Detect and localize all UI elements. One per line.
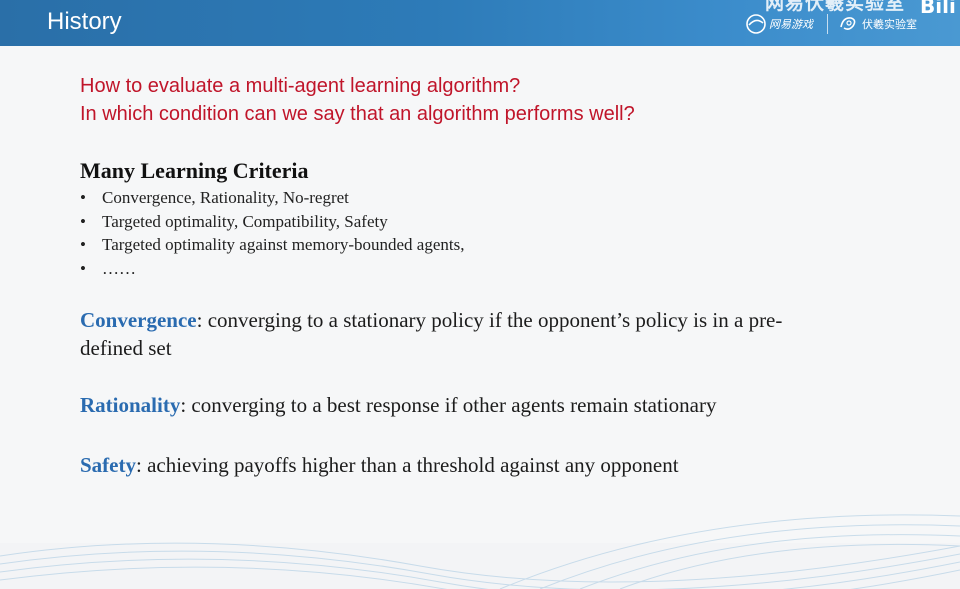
watermark: Bili	[920, 0, 956, 18]
definition-rationality: Rationality: converging to a best respon…	[80, 391, 840, 419]
criteria-heading: Many Learning Criteria	[80, 158, 309, 183]
bullet-icon: •	[80, 211, 86, 231]
list-item: • Targeted optimality, Compatibility, Saf…	[80, 210, 465, 234]
list-item: • Convergence, Rationality, No-regret	[80, 186, 465, 210]
definition-convergence: Convergence: converging to a stationary …	[80, 306, 840, 362]
term-rationality: Rationality	[80, 393, 181, 417]
bullet-icon: •	[80, 188, 86, 207]
netease-games-logo-text: 网易游戏	[769, 18, 813, 31]
list-item: • Targeted optimality against memory-boun…	[80, 233, 465, 257]
list-item: •……	[80, 257, 465, 281]
logo-divider	[827, 14, 828, 34]
question-line-1: How to evaluate a multi-agent learning a…	[80, 75, 521, 97]
wave-decoration-icon	[0, 514, 960, 589]
fuxi-lab-logo-icon	[840, 17, 856, 30]
bullet-icon: •	[80, 235, 86, 255]
term-convergence: Convergence	[80, 308, 197, 332]
term-safety: Safety	[80, 453, 136, 477]
bullet-icon: •	[80, 259, 86, 279]
netease-games-logo-icon	[746, 14, 766, 34]
criteria-list: • Convergence, Rationality, No-regret • Ta…	[80, 186, 465, 281]
question-line-2: In which condition can we say that an al…	[80, 103, 635, 125]
slide-header-bar: History 网易伏羲实验室 网易游戏 伏羲实验室 Bili	[0, 0, 960, 46]
definition-text: : converging to a best response if other…	[180, 393, 717, 417]
fuxi-lab-logo-text: 伏羲实验室	[862, 18, 917, 31]
definition-safety: Safety: achieving payoffs higher than a …	[80, 451, 840, 479]
slide-title: History	[47, 8, 122, 35]
definition-text: : achieving payoffs higher than a thresh…	[136, 453, 679, 477]
